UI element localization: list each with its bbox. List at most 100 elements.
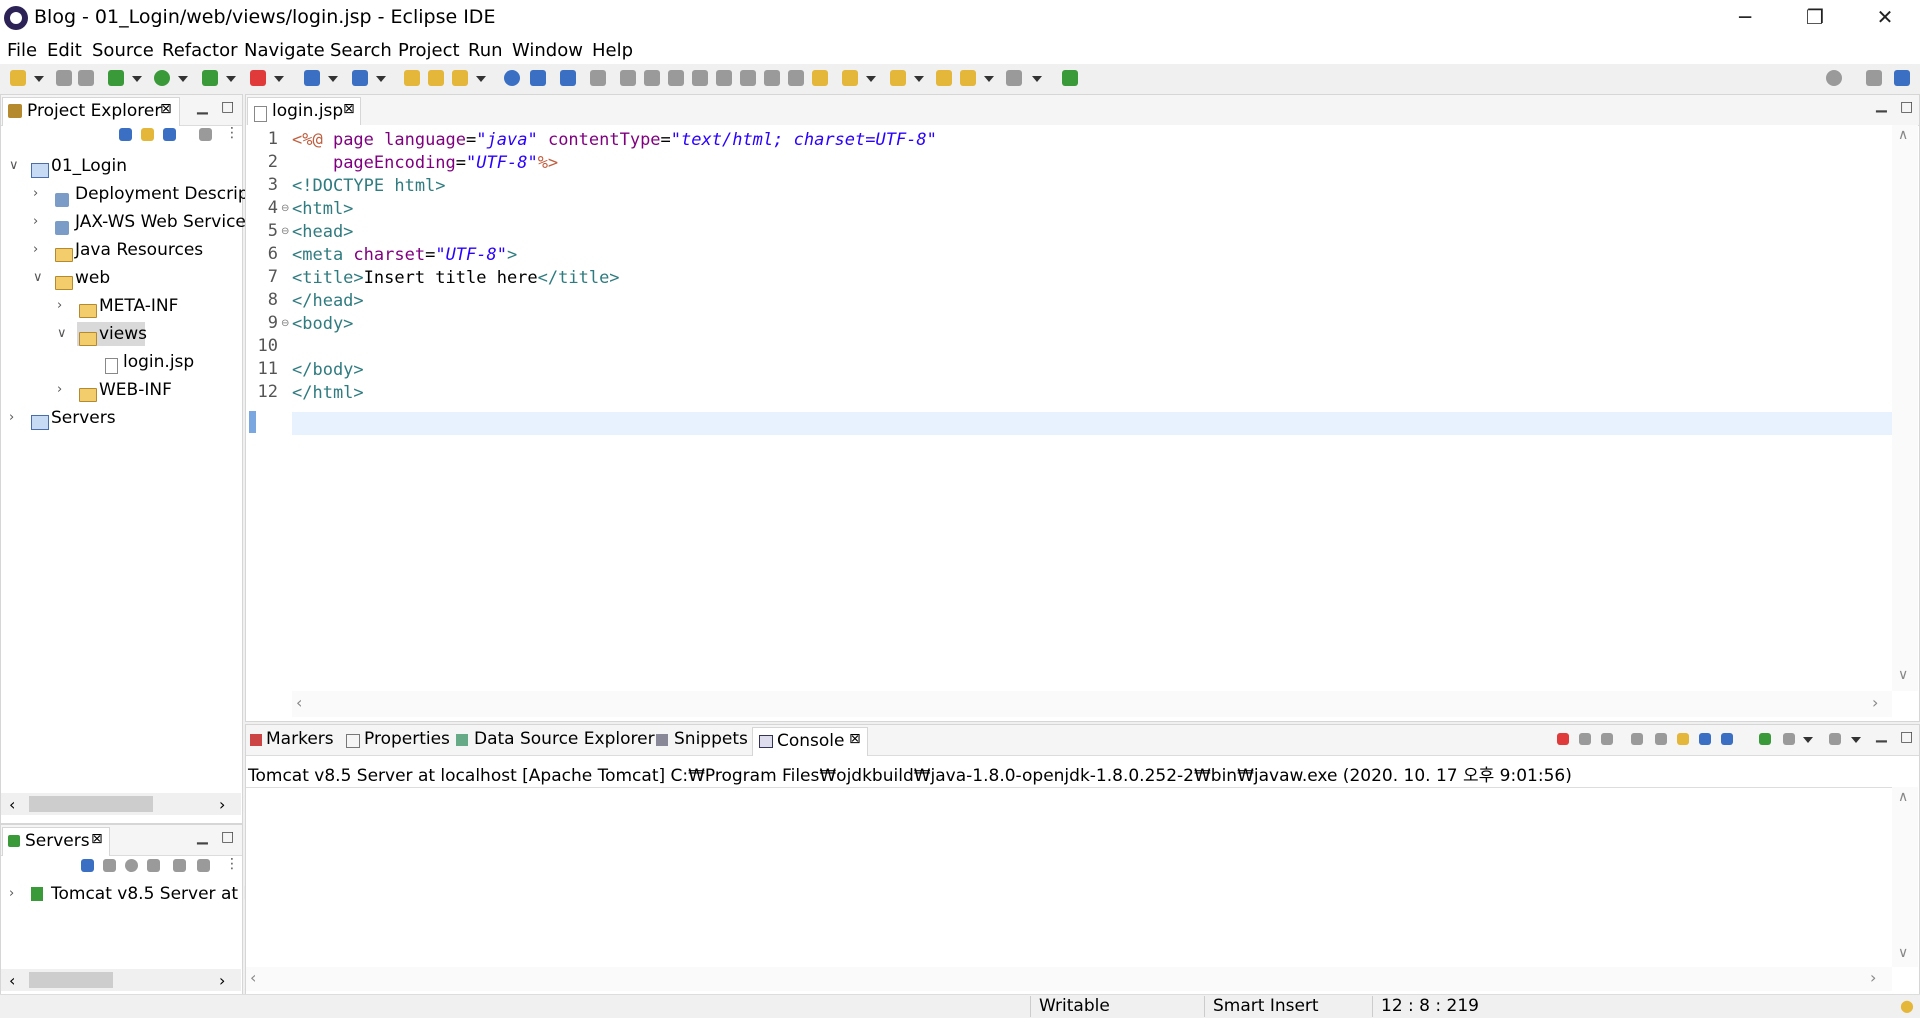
menu-run[interactable]: Run bbox=[468, 40, 503, 61]
scrollbar-thumb[interactable] bbox=[29, 972, 113, 988]
chevron-down-icon[interactable] bbox=[1803, 737, 1813, 743]
tree-item-servers[interactable]: › Servers bbox=[1, 405, 241, 431]
minimize-button[interactable]: ─ bbox=[1710, 0, 1780, 36]
task-icon[interactable] bbox=[452, 70, 468, 86]
chevron-right-icon[interactable]: › bbox=[9, 405, 14, 431]
new-server-icon[interactable] bbox=[304, 70, 320, 86]
menu-window[interactable]: Window bbox=[512, 40, 583, 61]
chevron-down-icon[interactable] bbox=[132, 76, 142, 82]
menu-refactor[interactable]: Refactor bbox=[162, 40, 238, 61]
chevron-right-icon[interactable]: › bbox=[57, 293, 62, 319]
tree-item-java-resources[interactable]: › Java Resources bbox=[1, 237, 241, 263]
step-return-icon[interactable] bbox=[764, 70, 780, 86]
display-console-icon[interactable] bbox=[1783, 733, 1795, 745]
chevron-down-icon[interactable] bbox=[178, 76, 188, 82]
maximize-view-icon[interactable]: □ bbox=[1900, 729, 1913, 745]
open-resource-icon[interactable] bbox=[428, 70, 444, 86]
minimize-view-icon[interactable]: ▁ bbox=[197, 829, 208, 845]
tab-login-jsp[interactable]: login.jsp ⊠ bbox=[247, 97, 361, 126]
horizontal-scrollbar[interactable]: ‹ › bbox=[292, 691, 1892, 717]
tab-servers[interactable]: Servers ⊠ bbox=[2, 827, 110, 856]
fold-icon[interactable]: ⊖ bbox=[281, 226, 289, 237]
new-class-icon[interactable] bbox=[352, 70, 368, 86]
chevron-down-icon[interactable] bbox=[376, 76, 386, 82]
vertical-scrollbar[interactable]: ∧ ∨ bbox=[1892, 787, 1918, 967]
minimize-view-icon[interactable]: ▁ bbox=[1876, 727, 1887, 743]
open-perspective-icon[interactable] bbox=[1866, 70, 1882, 86]
remove-all-icon[interactable] bbox=[1601, 733, 1613, 745]
restore-button[interactable]: ❐ bbox=[1780, 0, 1850, 36]
scroll-left-icon[interactable]: ‹ bbox=[9, 795, 15, 814]
close-icon[interactable]: ⊠ bbox=[160, 101, 172, 117]
collapse-all-icon[interactable] bbox=[81, 859, 94, 872]
chevron-right-icon[interactable]: › bbox=[9, 881, 14, 907]
menu-source[interactable]: Source bbox=[92, 40, 154, 61]
save-icon[interactable] bbox=[56, 70, 72, 86]
tree-item-project[interactable]: ∨ 01_Login bbox=[1, 153, 241, 179]
scroll-up-icon[interactable]: ∧ bbox=[1898, 127, 1908, 143]
menu-search[interactable]: Search bbox=[330, 40, 392, 61]
tree-item-meta-inf[interactable]: › META-INF bbox=[1, 293, 241, 319]
debug-icon[interactable] bbox=[108, 70, 124, 86]
collapse-all-icon[interactable] bbox=[119, 128, 132, 141]
chevron-down-icon[interactable]: ∨ bbox=[9, 153, 19, 179]
tab-project-explorer[interactable]: Project Explorer ⊠ bbox=[2, 97, 180, 126]
next-annotation-icon[interactable] bbox=[842, 70, 858, 86]
toggle-mark-icon[interactable] bbox=[812, 70, 828, 86]
console-output[interactable] bbox=[246, 787, 1892, 968]
scroll-lock-icon[interactable] bbox=[1655, 733, 1667, 745]
chevron-right-icon[interactable]: › bbox=[33, 209, 38, 235]
open-console-icon[interactable] bbox=[1829, 733, 1841, 745]
save-all-icon[interactable] bbox=[78, 70, 94, 86]
chevron-right-icon[interactable]: › bbox=[33, 181, 38, 207]
close-button[interactable]: ✕ bbox=[1850, 0, 1920, 36]
menu-navigate[interactable]: Navigate bbox=[244, 40, 325, 61]
suspend-icon[interactable] bbox=[644, 70, 660, 86]
chevron-down-icon[interactable] bbox=[328, 76, 338, 82]
scroll-down-icon[interactable]: ∨ bbox=[1898, 667, 1908, 683]
view-menu-icon[interactable]: ⋮ bbox=[225, 856, 239, 872]
fold-icon[interactable]: ⊖ bbox=[281, 203, 289, 214]
chevron-right-icon[interactable]: › bbox=[57, 377, 62, 403]
menu-help[interactable]: Help bbox=[592, 40, 633, 61]
chevron-down-icon[interactable]: ∨ bbox=[57, 321, 67, 347]
menu-project[interactable]: Project bbox=[398, 40, 460, 61]
word-wrap-icon[interactable] bbox=[1677, 733, 1689, 745]
menu-file[interactable]: File bbox=[7, 40, 37, 61]
search-toolbar-icon[interactable] bbox=[590, 70, 606, 86]
view-menu-icon[interactable]: ⋮ bbox=[225, 125, 239, 141]
scroll-up-icon[interactable]: ∧ bbox=[1898, 789, 1908, 805]
profile-server-icon[interactable] bbox=[147, 859, 160, 872]
stop-server-icon[interactable] bbox=[173, 859, 186, 872]
scroll-left-icon[interactable]: ‹ bbox=[9, 971, 15, 990]
start-server-icon[interactable] bbox=[125, 859, 138, 872]
step-over-icon[interactable] bbox=[740, 70, 756, 86]
run-icon[interactable] bbox=[154, 70, 170, 86]
show-stderr-icon[interactable] bbox=[1721, 733, 1733, 745]
debug-server-icon[interactable] bbox=[103, 859, 116, 872]
resume-icon[interactable] bbox=[620, 70, 636, 86]
server-item-tomcat[interactable]: › Tomcat v8.5 Server at l bbox=[1, 881, 248, 907]
scroll-down-icon[interactable]: ∨ bbox=[1898, 945, 1908, 961]
show-stdout-icon[interactable] bbox=[1699, 733, 1711, 745]
tree-item-web[interactable]: ∨ web bbox=[1, 265, 241, 291]
step-into-icon[interactable] bbox=[716, 70, 732, 86]
terminate-icon[interactable] bbox=[668, 70, 684, 86]
pin-console-icon[interactable] bbox=[1759, 733, 1771, 745]
minimize-view-icon[interactable]: ▁ bbox=[1876, 97, 1887, 113]
tree-item-deployment-descriptor[interactable]: › Deployment Descrip bbox=[1, 181, 249, 207]
tree-item-jax-ws[interactable]: › JAX-WS Web Service bbox=[1, 209, 246, 235]
lightbulb-icon[interactable]: ● bbox=[1900, 996, 1914, 1015]
chevron-down-icon[interactable] bbox=[226, 76, 236, 82]
new-icon[interactable] bbox=[10, 70, 26, 86]
coverage-icon[interactable] bbox=[202, 70, 218, 86]
tree-item-web-inf[interactable]: › WEB-INF bbox=[1, 377, 241, 403]
horizontal-scrollbar[interactable]: ‹ › bbox=[1, 969, 241, 991]
external-tools-icon[interactable] bbox=[250, 70, 266, 86]
previous-annotation-icon[interactable] bbox=[890, 70, 906, 86]
scroll-right-icon[interactable]: › bbox=[219, 795, 225, 814]
maximize-view-icon[interactable]: □ bbox=[221, 829, 234, 845]
focus-icon[interactable] bbox=[199, 128, 212, 141]
scroll-right-icon[interactable]: › bbox=[1870, 968, 1876, 987]
menu-edit[interactable]: Edit bbox=[47, 40, 82, 61]
